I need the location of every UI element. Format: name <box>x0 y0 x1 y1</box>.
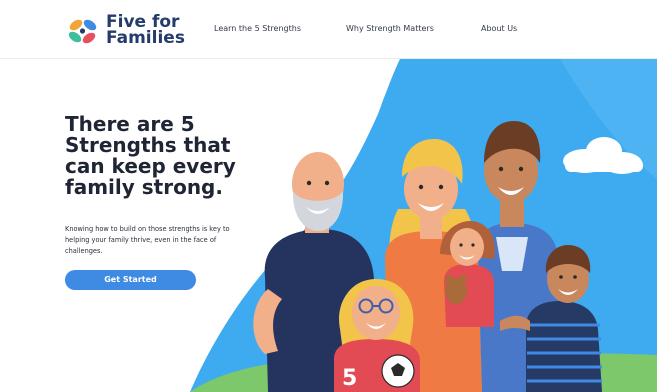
nav-link-learn-strengths[interactable]: Learn the 5 Strengths <box>214 24 301 33</box>
toddler-girl-figure <box>440 221 495 327</box>
hero-headline: There are 5 Strengths that can keep ever… <box>65 112 236 199</box>
main-nav: Learn the 5 Strengths Why Strength Matte… <box>0 24 657 38</box>
hero-section: 5 There are 5 Strengths that can keep ev… <box>0 59 657 392</box>
hero-subtext: Knowing how to build on those strengths … <box>65 225 230 255</box>
shirt-number: 5 <box>342 366 357 391</box>
site-header: Five for Families Learn the 5 Strengths … <box>0 0 657 59</box>
nav-link-why-strength-matters[interactable]: Why Strength Matters <box>346 24 434 33</box>
get-started-button[interactable]: Get Started <box>65 270 196 290</box>
nav-link-about-us[interactable]: About Us <box>481 24 517 33</box>
girl-with-glasses-figure: 5 <box>334 279 420 392</box>
